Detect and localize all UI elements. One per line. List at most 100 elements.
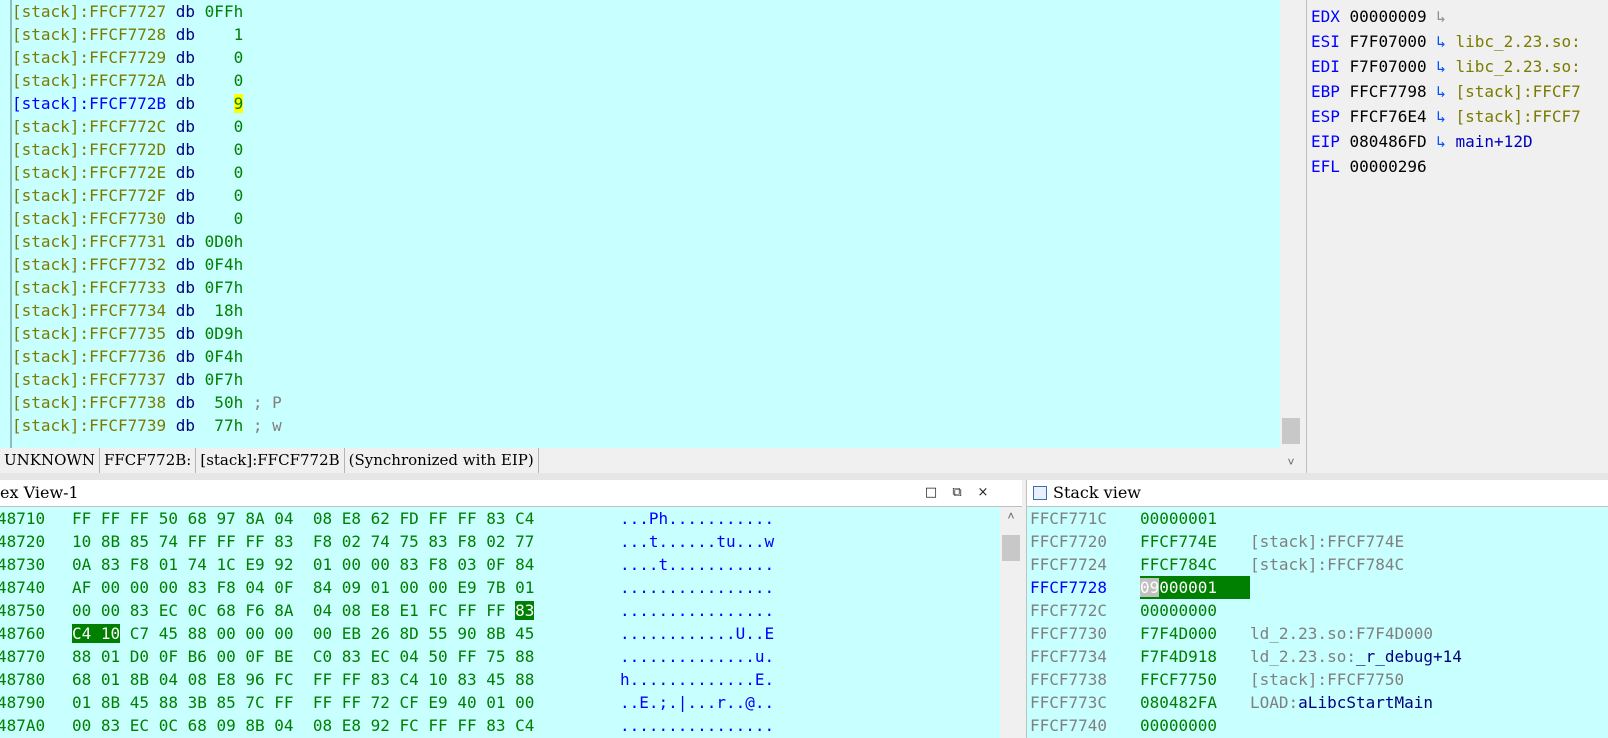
register-target[interactable]: main+12D bbox=[1456, 132, 1533, 151]
stack-value[interactable]: F7F4D918 bbox=[1140, 645, 1217, 668]
stack-value[interactable]: 00000000 bbox=[1140, 714, 1217, 737]
register-row[interactable]: ESP FFCF76E4 ↳ [stack]:FFCF7 bbox=[1311, 105, 1581, 129]
stack-row[interactable]: FFCF7724 FFCF784C [stack]:FFCF784C bbox=[1027, 553, 1608, 576]
hex-row[interactable]: 48740 AF 00 00 00 83 F8 04 0F 84 09 01 00… bbox=[0, 576, 1000, 599]
hex-scroll-thumb[interactable] bbox=[1002, 535, 1020, 561]
disasm-line[interactable]: [stack]:FFCF7728 db 1 bbox=[12, 23, 1274, 46]
hex-row[interactable]: 487A0 00 83 EC 0C 68 09 8B 04 08 E8 92 FC… bbox=[0, 714, 1000, 737]
hex-row[interactable]: 48770 88 01 D0 0F B6 00 0F BE C0 83 EC 04… bbox=[0, 645, 1000, 668]
stack-row[interactable]: FFCF7740 00000000 bbox=[1027, 714, 1608, 737]
jump-arrow-icon[interactable]: ↳ bbox=[1427, 82, 1456, 101]
stack-value[interactable]: FFCF7750 bbox=[1140, 668, 1217, 691]
stack-row[interactable]: FFCF772C 00000000 bbox=[1027, 599, 1608, 622]
disasm-line[interactable]: [stack]:FFCF772A db 0 bbox=[12, 69, 1274, 92]
hex-bytes[interactable]: 01 8B 45 88 3B 85 7C FF FF FF 72 CF E9 4… bbox=[72, 691, 534, 714]
hex-vertical-scrollbar[interactable]: ˄ bbox=[1000, 507, 1022, 738]
stack-row[interactable]: FFCF7734 F7F4D918 ld_2.23.so:_r_debug+14 bbox=[1027, 645, 1608, 668]
stack-comment[interactable]: [stack]:FFCF774E bbox=[1250, 530, 1404, 553]
hex-bytes[interactable]: 88 01 D0 0F B6 00 0F BE C0 83 EC 04 50 F… bbox=[72, 645, 534, 668]
disasm-line[interactable]: [stack]:FFCF7739 db 77h ; w bbox=[12, 414, 1274, 437]
hex-row[interactable]: 48720 10 8B 85 74 FF FF FF 83 F8 02 74 75… bbox=[0, 530, 1000, 553]
jump-arrow-icon[interactable]: ↳ bbox=[1427, 132, 1456, 151]
jump-arrow-icon[interactable]: ↳ bbox=[1427, 57, 1456, 76]
hex-bytes[interactable]: 68 01 8B 04 08 E8 96 FC FF FF 83 C4 10 8… bbox=[72, 668, 534, 691]
hex-row[interactable]: 48730 0A 83 F8 01 74 1C E9 92 01 00 00 83… bbox=[0, 553, 1000, 576]
stack-comment[interactable]: [stack]:FFCF784C bbox=[1250, 553, 1404, 576]
stack-value[interactable]: FFCF784C bbox=[1140, 553, 1217, 576]
disasm-line[interactable]: [stack]:FFCF772B db 9 bbox=[12, 92, 1274, 115]
hex-bytes[interactable]: FF FF FF 50 68 97 8A 04 08 E8 62 FD FF F… bbox=[72, 507, 534, 530]
disasm-line[interactable]: [stack]:FFCF7730 db 0 bbox=[12, 207, 1274, 230]
disasm-line[interactable]: [stack]:FFCF772D db 0 bbox=[12, 138, 1274, 161]
disasm-line[interactable]: [stack]:FFCF7734 db 18h bbox=[12, 299, 1274, 322]
disasm-line[interactable]: [stack]:FFCF7735 db 0D9h bbox=[12, 322, 1274, 345]
stack-comment[interactable]: ld_2.23.so:_r_debug+14 bbox=[1250, 645, 1462, 668]
stack-row[interactable]: FFCF773C 080482FA LOAD:aLibcStartMain bbox=[1027, 691, 1608, 714]
jump-arrow-icon[interactable]: ↳ bbox=[1427, 7, 1456, 26]
disasm-line[interactable]: [stack]:FFCF7732 db 0F4h bbox=[12, 253, 1274, 276]
selected-byte[interactable]: 83 bbox=[515, 601, 535, 620]
general-registers-panel[interactable]: EDX 00000009 ↳ ESI F7F07000 ↳ libc_2.23.… bbox=[1306, 0, 1608, 473]
stack-comment[interactable]: [stack]:FFCF7750 bbox=[1250, 668, 1404, 691]
stack-row[interactable]: FFCF7738 FFCF7750 [stack]:FFCF7750 bbox=[1027, 668, 1608, 691]
disasm-line[interactable]: [stack]:FFCF772C db 0 bbox=[12, 115, 1274, 138]
ida-vertical-scrollbar[interactable]: ˅ bbox=[1280, 0, 1302, 473]
float-window-icon[interactable]: ⧉ bbox=[946, 480, 968, 506]
register-value[interactable]: FFCF7798 bbox=[1340, 82, 1427, 101]
hex-bytes[interactable]: 00 00 83 EC 0C 68 F6 8A 04 08 E8 E1 FC F… bbox=[72, 599, 535, 622]
hex-row[interactable]: 48790 01 8B 45 88 3B 85 7C FF FF FF 72 CF… bbox=[0, 691, 1000, 714]
stack-view[interactable]: FFCF771C 00000001 FFCF7720 FFCF774E [stack]:… bbox=[1026, 507, 1608, 738]
stack-comment[interactable]: LOAD:aLibcStartMain bbox=[1250, 691, 1433, 714]
register-value[interactable]: F7F07000 bbox=[1340, 32, 1427, 51]
disasm-line[interactable]: [stack]:FFCF7727 db 0FFh bbox=[12, 0, 1274, 23]
register-row[interactable]: EDX 00000009 ↳ bbox=[1311, 5, 1456, 29]
disasm-line[interactable]: [stack]:FFCF7729 db 0 bbox=[12, 46, 1274, 69]
hex-row[interactable]: 48780 68 01 8B 04 08 E8 96 FC FF FF 83 C4… bbox=[0, 668, 1000, 691]
register-value[interactable]: F7F07000 bbox=[1340, 57, 1427, 76]
hex-bytes[interactable]: 00 83 EC 0C 68 09 8B 04 08 E8 92 FC FF F… bbox=[72, 714, 534, 737]
ida-view[interactable]: [stack]:FFCF7727 db 0FFh [stack]:FFCF7728… bbox=[0, 0, 1280, 448]
disasm-line[interactable]: [stack]:FFCF7736 db 0F4h bbox=[12, 345, 1274, 368]
disasm-line[interactable]: [stack]:FFCF772F db 0 bbox=[12, 184, 1274, 207]
stack-value[interactable]: 00000001 bbox=[1140, 507, 1217, 530]
current-stack-value[interactable]: 09000001 bbox=[1140, 576, 1250, 599]
jump-arrow-icon[interactable]: ↳ bbox=[1427, 32, 1456, 51]
register-value[interactable]: 080486FD bbox=[1340, 132, 1427, 151]
jump-arrow-icon[interactable]: ↳ bbox=[1427, 107, 1456, 126]
hex-view[interactable]: 48710 FF FF FF 50 68 97 8A 04 08 E8 62 FD… bbox=[0, 507, 1000, 738]
stack-value[interactable]: FFCF774E bbox=[1140, 530, 1217, 553]
hex-scroll-up-icon[interactable]: ˄ bbox=[1000, 509, 1022, 524]
ida-scroll-thumb[interactable] bbox=[1282, 418, 1300, 444]
register-row[interactable]: EFL 00000296 bbox=[1311, 155, 1427, 179]
stack-comment[interactable]: ld_2.23.so:F7F4D000 bbox=[1250, 622, 1433, 645]
hex-bytes[interactable]: C4 10 C7 45 88 00 00 00 00 EB 26 8D 55 9… bbox=[72, 622, 534, 645]
ida-listing[interactable]: [stack]:FFCF7727 db 0FFh [stack]:FFCF7728… bbox=[12, 0, 1274, 437]
stack-value[interactable]: 00000000 bbox=[1140, 599, 1217, 622]
stack-symbol[interactable]: _r_debug+14 bbox=[1356, 647, 1462, 666]
register-value[interactable]: FFCF76E4 bbox=[1340, 107, 1427, 126]
stack-row[interactable]: FFCF7720 FFCF774E [stack]:FFCF774E bbox=[1027, 530, 1608, 553]
maximize-icon[interactable]: □ bbox=[920, 480, 942, 506]
hex-row[interactable]: 48760 C4 10 C7 45 88 00 00 00 00 EB 26 8D… bbox=[0, 622, 1000, 645]
disasm-line[interactable]: [stack]:FFCF7738 db 50h ; P bbox=[12, 391, 1274, 414]
disasm-line[interactable]: [stack]:FFCF7733 db 0F7h bbox=[12, 276, 1274, 299]
register-row[interactable]: EDI F7F07000 ↳ libc_2.23.so: bbox=[1311, 55, 1581, 79]
close-icon[interactable]: × bbox=[972, 480, 994, 506]
stack-value[interactable]: 080482FA bbox=[1140, 691, 1217, 714]
stack-row[interactable]: FFCF771C 00000001 bbox=[1027, 507, 1608, 530]
register-value[interactable]: 00000296 bbox=[1340, 157, 1427, 176]
disasm-line[interactable]: [stack]:FFCF7731 db 0D0h bbox=[12, 230, 1274, 253]
register-target[interactable]: libc_2.23.so: bbox=[1456, 57, 1581, 76]
stack-row[interactable]: FFCF7730 F7F4D000 ld_2.23.so:F7F4D000 bbox=[1027, 622, 1608, 645]
hex-row[interactable]: 48710 FF FF FF 50 68 97 8A 04 08 E8 62 FD… bbox=[0, 507, 1000, 530]
register-row[interactable]: ESI F7F07000 ↳ libc_2.23.so: bbox=[1311, 30, 1581, 54]
hex-bytes[interactable]: 10 8B 85 74 FF FF FF 83 F8 02 74 75 83 F… bbox=[72, 530, 534, 553]
register-row[interactable]: EIP 080486FD ↳ main+12D bbox=[1311, 130, 1533, 154]
stack-value[interactable]: 09000001 bbox=[1140, 576, 1250, 599]
register-value[interactable]: 00000009 bbox=[1340, 7, 1427, 26]
hex-bytes[interactable]: AF 00 00 00 83 F8 04 0F 84 09 01 00 00 E… bbox=[72, 576, 534, 599]
panel-splitter[interactable] bbox=[0, 473, 1608, 480]
selected-byte[interactable]: 09 bbox=[1140, 578, 1160, 597]
stack-value[interactable]: F7F4D000 bbox=[1140, 622, 1217, 645]
selected-byte[interactable]: C4 10 bbox=[72, 624, 121, 643]
